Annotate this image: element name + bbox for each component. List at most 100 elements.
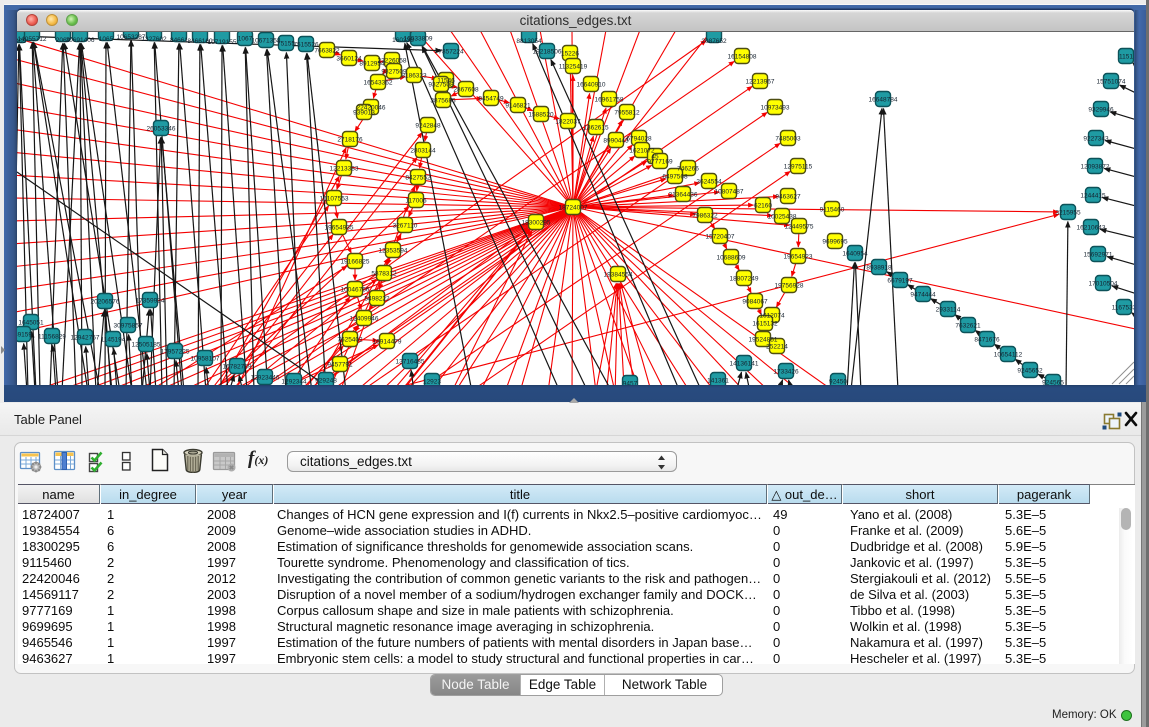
svg-text:20691406: 20691406 — [66, 37, 95, 44]
svg-text:7986322: 7986322 — [692, 213, 718, 220]
svg-text:17359924: 17359924 — [136, 298, 165, 305]
svg-text:1145194: 1145194 — [101, 337, 126, 344]
svg-text:5498222: 5498222 — [364, 296, 390, 303]
svg-text:8938918: 8938918 — [866, 265, 892, 272]
svg-text:23226058: 23226058 — [378, 58, 407, 65]
svg-text:252214: 252214 — [766, 344, 788, 351]
svg-text:26053346: 26053346 — [147, 126, 176, 133]
svg-text:30975857: 30975857 — [114, 323, 143, 330]
svg-text:2087652: 2087652 — [701, 38, 727, 45]
svg-text:18724007: 18724007 — [559, 205, 588, 212]
svg-text:19654935: 19654935 — [325, 225, 354, 232]
svg-text:1065: 1065 — [99, 36, 114, 43]
svg-text:2718176: 2718176 — [337, 137, 363, 144]
svg-text:16961758: 16961758 — [595, 97, 624, 104]
svg-text:9115460: 9115460 — [820, 207, 845, 214]
svg-text:14055712: 14055712 — [18, 36, 47, 43]
svg-text:16543362: 16543362 — [364, 80, 393, 87]
svg-text:10046766: 10046766 — [341, 287, 370, 294]
svg-text:1822037: 1822037 — [555, 119, 581, 126]
svg-text:924565: 924565 — [1042, 380, 1064, 386]
svg-text:12213383: 12213383 — [330, 166, 359, 173]
svg-text:12093872: 12093872 — [1081, 164, 1110, 171]
svg-text:9242848: 9242848 — [415, 123, 441, 130]
svg-text:15692971: 15692971 — [1084, 252, 1113, 259]
svg-text:746266: 746266 — [677, 166, 699, 173]
svg-text:7625402: 7625402 — [337, 337, 363, 344]
svg-text:1733426: 1733426 — [773, 369, 799, 376]
svg-text:15751074: 15751074 — [1097, 79, 1126, 86]
svg-text:15720407: 15720407 — [706, 234, 735, 241]
svg-text:19218506: 19218506 — [533, 49, 562, 56]
svg-text:9474444: 9474444 — [910, 292, 936, 299]
svg-text:16210643: 16210643 — [1077, 225, 1106, 232]
svg-text:15226: 15226 — [561, 51, 579, 58]
svg-text:1615132: 1615132 — [752, 321, 778, 328]
svg-text:117006: 117006 — [405, 198, 427, 205]
svg-text:10958107: 10958107 — [191, 356, 220, 363]
svg-text:1645051: 1645051 — [18, 320, 44, 327]
svg-text:12923446: 12923446 — [251, 375, 280, 382]
svg-text:12449575: 12449575 — [785, 224, 814, 231]
svg-text:8186323: 8186323 — [401, 73, 427, 80]
svg-text:6497568: 6497568 — [662, 174, 688, 181]
svg-text:9463627: 9463627 — [775, 194, 801, 201]
svg-text:14136141: 14136141 — [730, 361, 759, 368]
svg-text:10973493: 10973493 — [761, 105, 790, 112]
svg-text:8427552: 8427552 — [405, 175, 431, 182]
svg-text:1640954: 1640954 — [842, 251, 868, 258]
svg-text:141361: 141361 — [707, 378, 729, 385]
svg-text:9327508: 9327508 — [428, 82, 454, 89]
svg-text:16107553: 16107553 — [320, 196, 349, 203]
svg-text:7485003: 7485003 — [775, 136, 801, 143]
svg-text:3267110: 3267110 — [393, 223, 418, 230]
svg-text:10719155: 10719155 — [208, 39, 237, 46]
svg-text:8990443: 8990443 — [603, 138, 629, 145]
svg-text:7663822: 7663822 — [314, 48, 340, 55]
svg-text:7857224: 7857224 — [438, 49, 464, 56]
svg-text:929248: 929248 — [315, 378, 337, 385]
svg-text:16154808: 16154808 — [728, 54, 757, 61]
svg-text:10688609: 10688609 — [717, 255, 746, 262]
svg-text:21364436: 21364436 — [669, 192, 698, 199]
svg-text:9457791: 9457791 — [327, 362, 353, 369]
svg-text:16640910: 16640910 — [577, 82, 606, 89]
svg-text:39159: 39159 — [17, 332, 32, 339]
svg-text:3215955: 3215955 — [1055, 210, 1081, 217]
svg-text:8454749: 8454749 — [478, 96, 504, 103]
svg-text:10025438: 10025438 — [768, 214, 797, 221]
svg-text:3624554: 3624554 — [696, 179, 722, 186]
svg-text:12505185: 12505185 — [132, 342, 161, 349]
svg-text:939013: 939013 — [353, 110, 375, 117]
svg-text:5878312: 5878312 — [371, 271, 397, 278]
svg-text:9146821: 9146821 — [505, 103, 531, 110]
svg-text:12353594: 12353594 — [379, 248, 408, 255]
svg-text:1151: 1151 — [1119, 54, 1133, 61]
svg-text:9227343: 9227343 — [1083, 136, 1109, 143]
svg-text:10807487: 10807487 — [715, 189, 744, 196]
svg-text:12975115: 12975115 — [784, 164, 813, 171]
svg-text:9084067: 9084067 — [742, 299, 768, 306]
svg-text:19166825: 19166825 — [341, 259, 370, 266]
svg-text:1067: 1067 — [238, 36, 253, 43]
svg-text:9699695: 9699695 — [822, 239, 848, 246]
svg-text:1588520: 1588520 — [528, 112, 554, 119]
svg-text:1167533: 1167533 — [1112, 305, 1134, 312]
svg-text:9777169: 9777169 — [647, 159, 673, 166]
svg-text:92450: 92450 — [829, 379, 847, 386]
svg-text:2933114: 2933114 — [936, 307, 961, 314]
svg-text:6794028: 6794028 — [626, 136, 652, 143]
svg-text:1327602: 1327602 — [141, 36, 167, 43]
svg-text:2803144: 2803144 — [410, 148, 436, 155]
svg-text:12409946: 12409946 — [350, 316, 379, 323]
svg-text:6679197: 6679197 — [887, 278, 913, 285]
svg-text:12213967: 12213967 — [746, 79, 775, 86]
svg-text:84661: 84661 — [170, 37, 188, 44]
svg-text:9457: 9457 — [623, 381, 638, 386]
svg-text:8813054: 8813054 — [516, 38, 542, 45]
svg-text:19524851: 19524851 — [749, 337, 778, 344]
svg-text:3660124: 3660124 — [336, 56, 362, 63]
svg-text:12942757: 12942757 — [71, 335, 100, 342]
svg-text:1244415: 1244415 — [1080, 193, 1106, 200]
svg-text:1292344: 1292344 — [281, 379, 307, 386]
